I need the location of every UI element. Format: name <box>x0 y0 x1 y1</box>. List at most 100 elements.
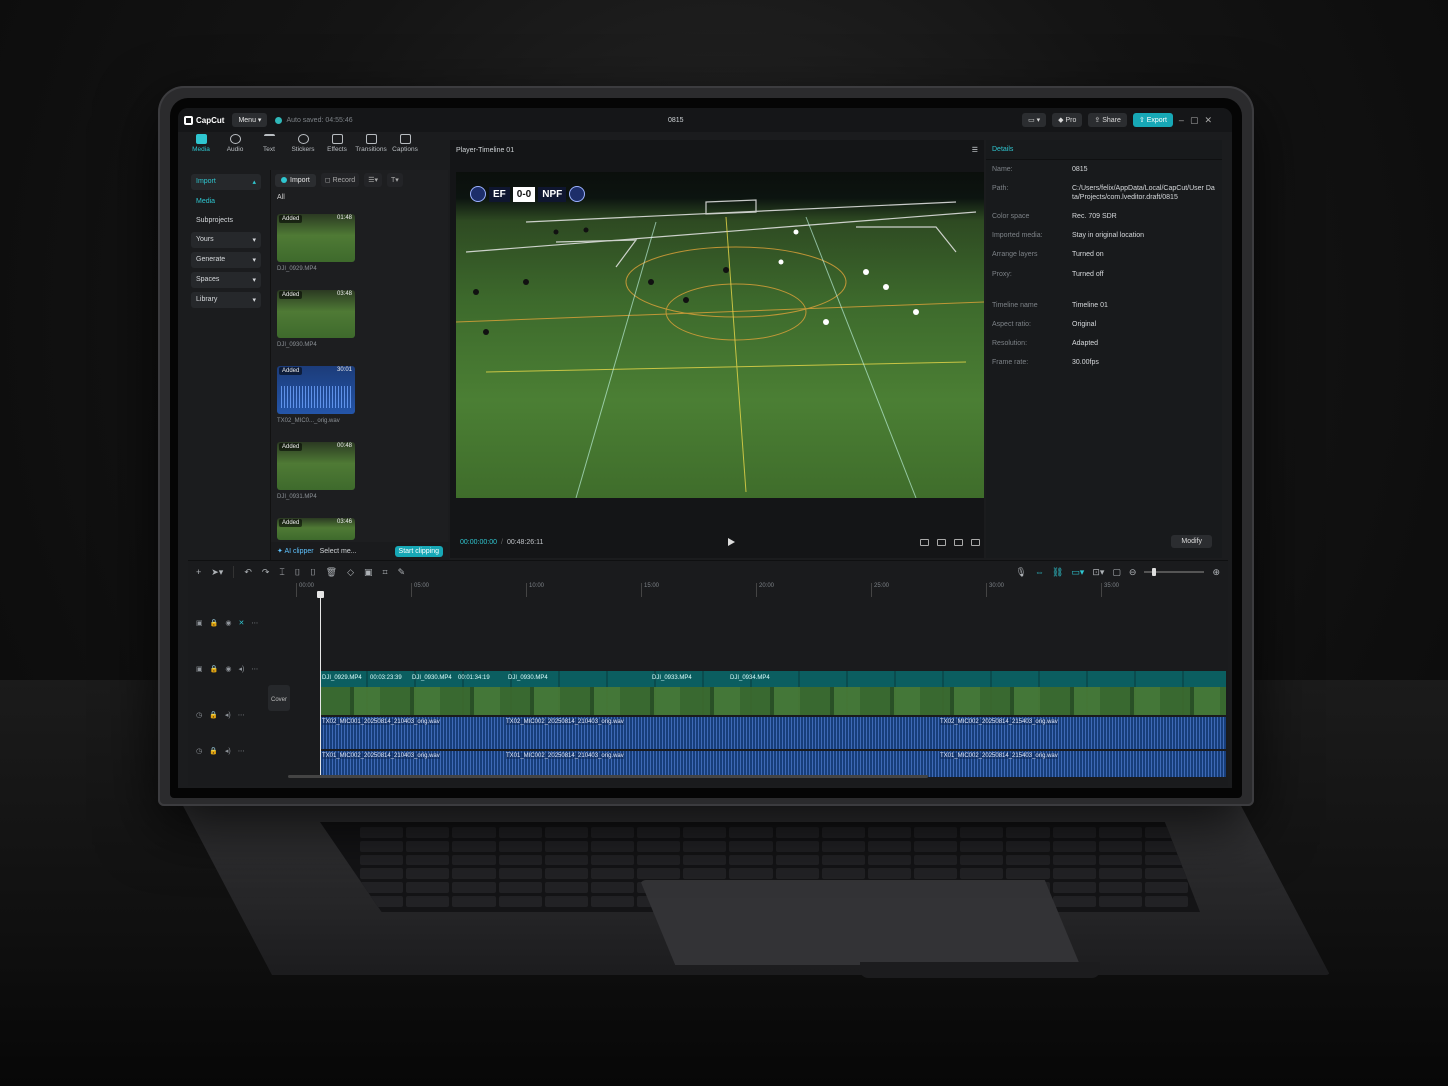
nav-import[interactable]: Import ▴ <box>191 174 261 190</box>
undo-icon[interactable]: ↶ <box>244 567 252 578</box>
player-menu-icon[interactable]: ☰ <box>972 146 978 154</box>
magnet-icon[interactable]: ⇔ <box>1035 567 1044 577</box>
speaker-icon[interactable]: ◂) <box>225 711 231 719</box>
tab-stickers[interactable]: Stickers <box>288 134 318 166</box>
keyboard-key <box>1052 896 1096 907</box>
layout-button[interactable]: ▭ ▾ <box>1022 113 1047 127</box>
tab-media[interactable]: Media <box>186 134 216 166</box>
caption-toggle-icon[interactable]: ▢ <box>1112 567 1121 578</box>
video-preview[interactable]: EF 0-0 NPF <box>456 172 984 498</box>
media-clip[interactable]: Added 03:48 DJI_0930.MP4 <box>277 290 355 348</box>
ratio-icon[interactable] <box>954 538 963 546</box>
more-icon[interactable]: ⋯ <box>238 711 245 719</box>
modify-button[interactable]: Modify <box>1171 535 1212 548</box>
keyboard-key <box>590 882 634 894</box>
share-button[interactable]: ⇪ Share <box>1088 113 1127 127</box>
magic-icon[interactable]: ✎ <box>398 567 406 578</box>
filter-button[interactable]: T▾ <box>386 173 403 187</box>
nav-yours[interactable]: Yours ▾ <box>191 232 261 248</box>
close-icon[interactable]: ✕ <box>1204 115 1212 126</box>
crop-icon[interactable]: ⌗ <box>383 567 388 578</box>
maximize-icon[interactable]: ▢ <box>1190 115 1199 126</box>
minimize-icon[interactable]: – <box>1179 115 1184 125</box>
media-clip[interactable]: Added 30:01 TX02_MIC0..._orig.wav <box>277 366 355 424</box>
media-clip[interactable]: Added 03:46 <box>277 518 355 540</box>
timeline-scrollbar[interactable] <box>288 775 928 778</box>
ai-clipper-button[interactable]: ✦ AI clipper <box>277 547 314 555</box>
keyboard-key <box>867 840 911 852</box>
snapshot-icon[interactable] <box>937 538 946 546</box>
keyboard-key <box>914 854 958 866</box>
fullscreen-icon[interactable] <box>971 538 980 546</box>
audio-track-1[interactable]: TX02_MIC001_20250814_210403_orig.wav TX0… <box>320 717 1226 749</box>
zoom-in-icon[interactable]: ⊕ <box>1212 567 1220 578</box>
lock-icon[interactable]: 🔒 <box>210 665 219 673</box>
track-icon[interactable]: ▣ <box>196 665 203 673</box>
cover-button[interactable]: Cover <box>268 685 290 711</box>
nav-library[interactable]: Library ▾ <box>191 292 261 308</box>
pro-button[interactable]: ◆ Pro <box>1052 113 1083 127</box>
keyboard-key <box>590 868 634 880</box>
clock-icon[interactable]: ◷ <box>196 747 202 755</box>
nav-spaces[interactable]: Spaces ▾ <box>191 272 261 288</box>
tab-text[interactable]: Text <box>254 134 284 166</box>
redo-icon[interactable]: ↷ <box>262 567 270 578</box>
playhead[interactable] <box>317 591 324 776</box>
sort-button[interactable]: ☰▾ <box>364 173 382 187</box>
more-icon[interactable]: ⋯ <box>251 665 258 673</box>
media-icon <box>195 134 207 144</box>
zoom-knob[interactable] <box>1152 568 1157 576</box>
split-right-icon[interactable]: ⌷ <box>310 567 315 578</box>
keyboard-key <box>360 868 404 880</box>
clock-icon[interactable]: ◷ <box>196 711 202 719</box>
link-icon[interactable]: ⛓ <box>1052 567 1063 578</box>
freeze-icon[interactable]: ▣ <box>364 567 373 578</box>
mute-icon[interactable]: ✕ <box>238 619 244 627</box>
tab-effects[interactable]: Effects <box>322 134 352 166</box>
eye-icon[interactable]: ◉ <box>225 619 231 627</box>
nav-generate[interactable]: Generate ▾ <box>191 252 261 268</box>
nav-media[interactable]: Media <box>191 194 261 209</box>
shield-icon[interactable]: ◇ <box>347 567 354 578</box>
keyboard-key <box>498 827 542 838</box>
title-bar: CapCut Menu ▾ Auto saved: 04:55:46 0815 … <box>178 108 1232 132</box>
track-icon[interactable]: ▣ <box>196 619 203 627</box>
nav-subprojects[interactable]: Subprojects <box>191 213 261 228</box>
mic-icon[interactable]: 🎙 <box>1015 567 1026 578</box>
lock-icon[interactable]: 🔒 <box>209 711 218 719</box>
speaker-icon[interactable]: ◂) <box>225 747 231 755</box>
tab-captions[interactable]: Captions <box>390 134 420 166</box>
add-track-icon[interactable]: + <box>196 567 201 577</box>
speed-icon[interactable]: ⊡▾ <box>1092 567 1104 578</box>
media-clip[interactable]: Added 00:48 DJI_0931.MP4 <box>277 442 355 500</box>
split-left-icon[interactable]: ⌷ <box>295 567 300 578</box>
zoom-slider[interactable] <box>1144 568 1205 576</box>
more-icon[interactable]: ⋯ <box>251 619 258 627</box>
zoom-out-icon[interactable]: ⊖ <box>1129 567 1137 578</box>
media-clip[interactable]: Added 01:48 DJI_0929.MP4 <box>277 214 355 272</box>
select-tool-icon[interactable]: ➤▾ <box>211 567 223 578</box>
speaker-icon[interactable]: ◂) <box>238 665 244 673</box>
start-clipping-button[interactable]: Start clipping <box>394 545 443 557</box>
tab-transitions[interactable]: Transitions <box>355 134 387 166</box>
keyboard-key <box>1052 840 1096 852</box>
timeline-ruler[interactable]: 00:00 05:00 10:00 15:00 20:00 25:00 30:00 35:… <box>296 583 1226 597</box>
delete-icon[interactable]: 🗑 <box>326 567 337 578</box>
select-media-dropdown[interactable]: Select me... <box>320 548 357 555</box>
preview-axis-icon[interactable]: ▭▾ <box>1071 567 1084 578</box>
lock-icon[interactable]: 🔒 <box>210 619 219 627</box>
split-icon[interactable]: ⌶ <box>279 567 284 578</box>
export-button[interactable]: ⇧ Export <box>1132 113 1173 127</box>
play-icon[interactable] <box>728 538 735 546</box>
eye-icon[interactable]: ◉ <box>225 665 231 673</box>
aspect-ratio-icon[interactable] <box>920 538 929 546</box>
import-button[interactable]: Import <box>275 173 316 187</box>
audio-track-2[interactable]: TX01_MIC002_20250814_210403_orig.wav TX0… <box>320 751 1226 777</box>
record-button[interactable]: ◻ Record <box>320 173 360 187</box>
more-icon[interactable]: ⋯ <box>238 747 245 755</box>
timecode-total: 00:48:26:11 <box>506 538 544 546</box>
tab-audio[interactable]: Audio <box>220 134 250 166</box>
video-track[interactable]: DJI_0929.MP4 00:03:23:39 DJI_0930.MP4 00… <box>320 671 1226 715</box>
lock-icon[interactable]: 🔒 <box>209 747 218 755</box>
menu-button[interactable]: Menu ▾ <box>232 113 268 127</box>
